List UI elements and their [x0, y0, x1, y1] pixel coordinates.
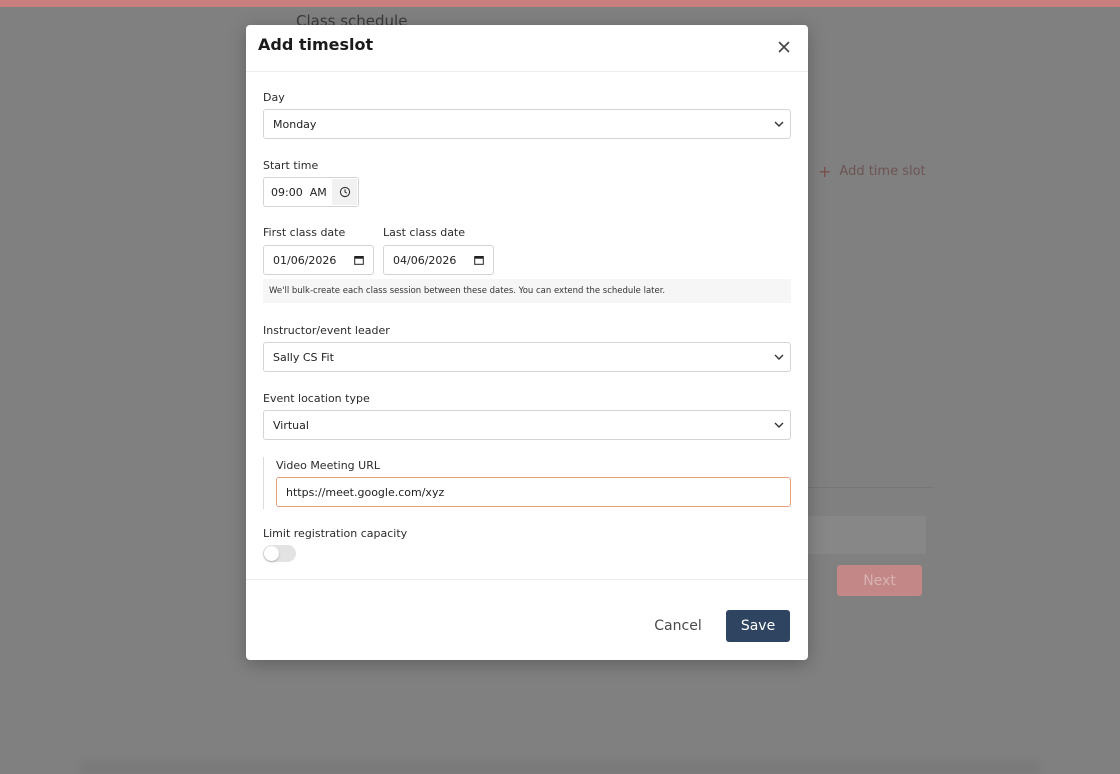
instructor-select[interactable]: Sally CS Fit [263, 342, 791, 372]
plus-icon: + [818, 162, 832, 181]
day-label: Day [263, 91, 285, 104]
dialog-footer-divider [246, 579, 808, 580]
background-footer [80, 760, 1040, 774]
dates-hint: We'll bulk-create each class session bet… [263, 279, 791, 303]
background-panel [808, 516, 926, 554]
dialog-title: Add timeslot [258, 35, 374, 54]
first-class-date-input[interactable]: 01/06/2026 [263, 245, 374, 275]
location-type-label: Event location type [263, 392, 370, 405]
last-class-date-value: 04/06/2026 [393, 253, 457, 267]
video-url-label: Video Meeting URL [276, 459, 380, 472]
last-class-date-input[interactable]: 04/06/2026 [383, 245, 494, 275]
start-time-value: 09:00 AM [271, 185, 327, 199]
day-value: Monday [273, 117, 317, 131]
location-type-select[interactable]: Virtual [263, 410, 791, 440]
first-class-date-label: First class date [263, 226, 346, 239]
calendar-icon[interactable] [474, 255, 484, 265]
video-url-value: https://meet.google.com/xyz [286, 485, 445, 499]
next-button: Next [837, 565, 922, 596]
background-divider [808, 487, 934, 488]
close-icon[interactable] [776, 39, 792, 55]
top-accent-bar [0, 0, 1120, 7]
chevron-down-icon [774, 354, 784, 360]
cancel-button[interactable]: Cancel [642, 611, 714, 641]
instructor-value: Sally CS Fit [273, 350, 334, 364]
location-type-value: Virtual [273, 418, 309, 432]
start-time-label: Start time [263, 159, 319, 172]
last-class-date-label: Last class date [383, 226, 466, 239]
clock-icon[interactable] [332, 179, 357, 205]
first-class-date-value: 01/06/2026 [273, 253, 337, 267]
add-time-slot-button: + Add time slot [818, 162, 926, 181]
start-time-input[interactable]: 09:00 AM [263, 177, 359, 207]
chevron-down-icon [774, 121, 784, 127]
chevron-down-icon [774, 422, 784, 428]
day-select[interactable]: Monday [263, 109, 791, 139]
add-timeslot-dialog: Add timeslot Day Monday Start time 09:00… [246, 25, 808, 660]
save-button[interactable]: Save [726, 610, 790, 642]
video-url-input[interactable]: https://meet.google.com/xyz [276, 477, 791, 507]
add-time-slot-label: Add time slot [839, 164, 926, 179]
calendar-icon[interactable] [354, 255, 364, 265]
dialog-header: Add timeslot [246, 25, 808, 72]
limit-capacity-toggle[interactable] [263, 545, 296, 562]
limit-capacity-label: Limit registration capacity [263, 527, 408, 540]
instructor-label: Instructor/event leader [263, 324, 390, 337]
toggle-knob [264, 546, 279, 561]
